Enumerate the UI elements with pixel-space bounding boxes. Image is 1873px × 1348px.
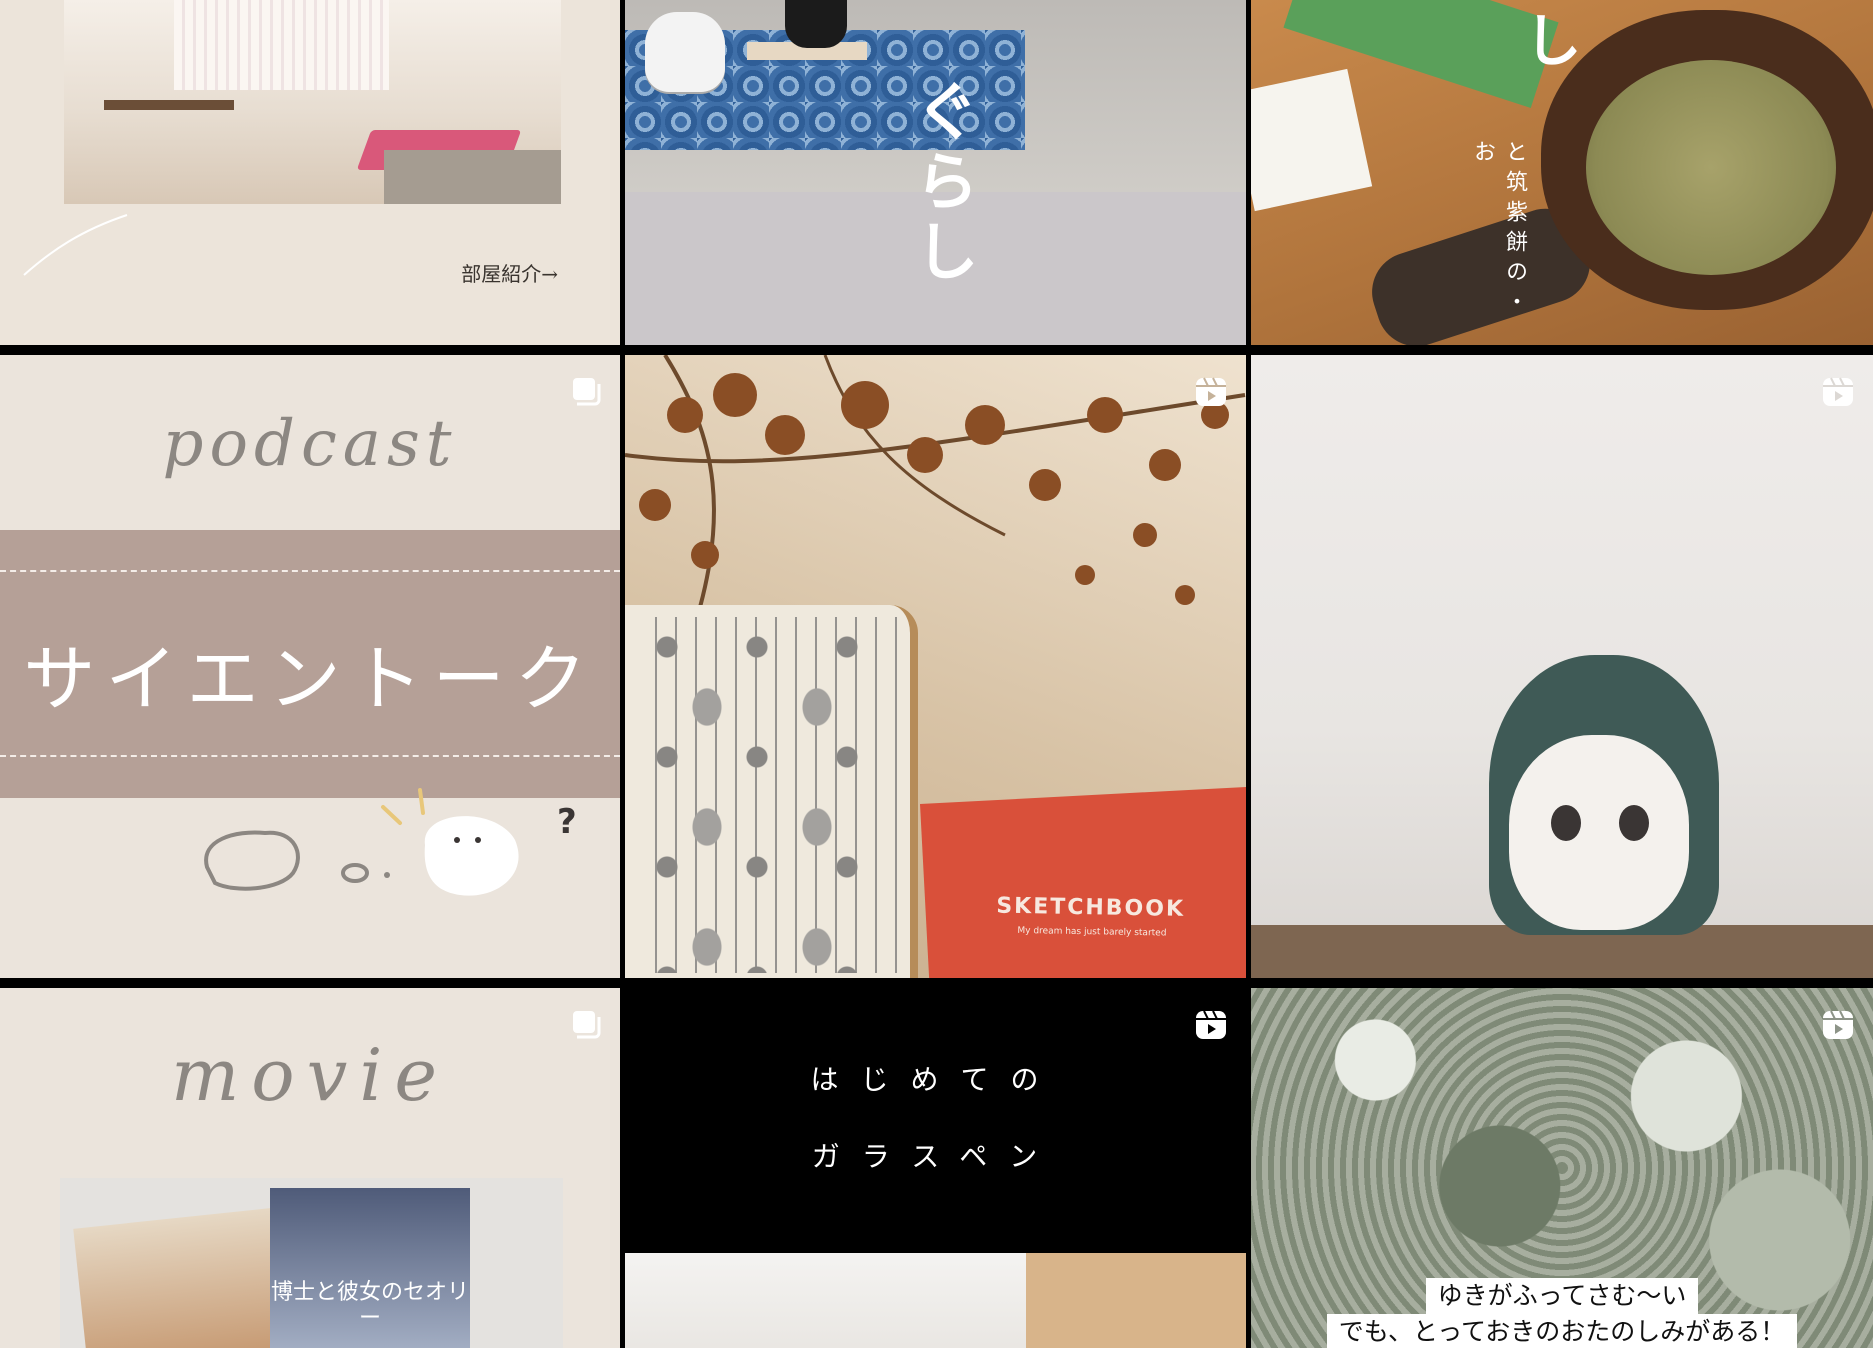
post-tile-glass-pen[interactable]: はじめての ガラスペン	[625, 988, 1246, 1348]
band-dashed-line-bottom	[0, 755, 620, 757]
desk	[104, 100, 234, 110]
matcha-powder	[1586, 60, 1836, 275]
post-grid: 部屋紹介→ ぐらし し と筑紫餅の・お podcast サイエントーク ? SK…	[0, 0, 1873, 1348]
post-tile-matcha-mug[interactable]: し と筑紫餅の・お	[1251, 0, 1873, 345]
speech-bubble-doodle: ?	[204, 788, 577, 896]
sketchbook-label: SKETCHBOOK	[996, 893, 1186, 922]
red-sketchbook: SKETCHBOOK My dream has just barely star…	[919, 786, 1246, 978]
post-tile-kurashi[interactable]: ぐらし	[625, 0, 1246, 345]
sofa	[384, 150, 561, 204]
post-tile-room-tour[interactable]: 部屋紹介→	[0, 0, 620, 345]
snow-caption-line-1: ゆきがふってさむ〜い	[1425, 1278, 1699, 1314]
pen-stroke-decoration	[23, 214, 128, 276]
window-curtain	[174, 0, 389, 90]
band-dashed-line-top	[0, 570, 620, 572]
mug-overlay-text: と筑紫餅の・お	[1470, 140, 1527, 320]
glass-pen-photo	[625, 1253, 1246, 1348]
snow-caption-line-2: でも、とっておきのおたのしみがある！	[1326, 1314, 1798, 1348]
room-tour-caption: 部屋紹介→	[461, 262, 558, 286]
post-tile-sketchbook[interactable]: SKETCHBOOK My dream has just barely star…	[625, 355, 1246, 978]
room-photo	[64, 0, 561, 204]
post-tile-podcast[interactable]: podcast サイエントーク ?	[0, 355, 620, 978]
carousel-icon	[568, 375, 602, 409]
post-tile-figure[interactable]	[1251, 355, 1873, 978]
dvd-title: 博士と彼女のセオリー	[270, 1280, 469, 1331]
black-cup	[785, 0, 847, 48]
dvd-cover-2: 博士と彼女のセオリー	[270, 1188, 470, 1348]
question-mark: ?	[557, 802, 577, 842]
mug-overlay-char: し	[1514, 10, 1582, 68]
post-tile-snow[interactable]: ゆきがふってさむ〜い でも、とっておきのおたのしみがある！	[1251, 988, 1873, 1348]
cat-face	[1509, 735, 1689, 930]
dvd-photo: 博士と彼女のセオリー	[60, 1178, 563, 1348]
sketchbook-subtitle: My dream has just barely started	[1017, 925, 1167, 939]
cat-eye-left	[1551, 805, 1581, 841]
white-kettle	[645, 12, 725, 92]
board-pattern	[637, 617, 898, 973]
reels-icon	[1194, 1008, 1228, 1042]
dvd-cover-1	[73, 1207, 287, 1348]
cat-eye-right	[1619, 805, 1649, 841]
glass-pen-line-1: はじめての	[810, 1063, 1061, 1096]
podcast-script-title: podcast	[162, 407, 458, 481]
post-tile-movie[interactable]: movie 博士と彼女のセオリー	[0, 988, 620, 1348]
wooden-surface	[1026, 1253, 1246, 1348]
patterned-board	[625, 605, 918, 978]
podcast-title: サイエントーク	[23, 637, 597, 721]
movie-script-title: movie	[171, 1033, 449, 1117]
glass-pen-line-2: ガラスペン	[811, 1140, 1060, 1173]
kurashi-overlay-text: ぐらし	[904, 78, 978, 288]
podcast-title-band: サイエントーク	[0, 530, 620, 798]
